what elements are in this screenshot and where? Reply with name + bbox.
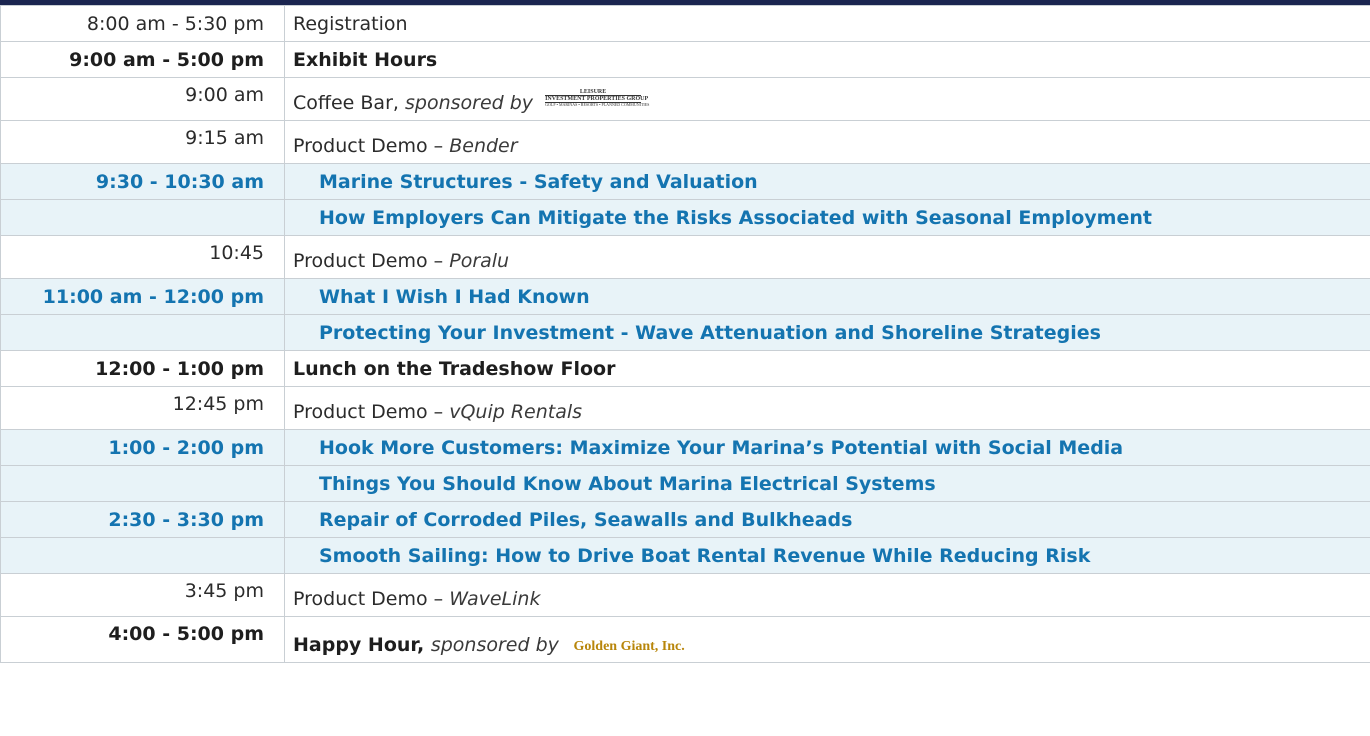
schedule-row: 9:00 am - 5:00 pm Exhibit Hours [0,41,1370,78]
event-cell: Product Demo – WaveLink [284,573,1370,617]
schedule-row: 1:00 - 2:00 pm Hook More Customers: Maxi… [0,429,1370,466]
schedule-row: 11:00 am - 12:00 pm What I Wish I Had Kn… [0,278,1370,315]
event-vendor: Poralu [449,250,510,272]
time-cell: 9:30 - 10:30 am [0,163,285,200]
event-cell: Repair of Corroded Piles, Seawalls and B… [284,501,1370,538]
time-cell: 8:00 am - 5:30 pm [0,5,285,42]
time-cell: 2:30 - 3:30 pm [0,501,285,538]
schedule-row: 4:00 - 5:00 pm Happy Hour, sponsored by … [0,616,1370,663]
time-cell: 3:45 pm [0,573,285,617]
time-cell: 12:45 pm [0,386,285,430]
event-cell: What I Wish I Had Known [284,278,1370,315]
time-cell [0,314,285,351]
event-cell: Protecting Your Investment - Wave Attenu… [284,314,1370,351]
time-cell: 9:00 am [0,77,285,121]
event-cell: Product Demo – vQuip Rentals [284,386,1370,430]
schedule-row: How Employers Can Mitigate the Risks Ass… [0,199,1370,236]
schedule-row: 10:45 Product Demo – Poralu [0,235,1370,279]
event-cell: Smooth Sailing: How to Drive Boat Rental… [284,537,1370,574]
schedule-row: Protecting Your Investment - Wave Attenu… [0,314,1370,351]
time-cell: 9:15 am [0,120,285,164]
golden-giant-logo: Golden Giant, Inc. [573,639,685,654]
schedule-table: 8:00 am - 5:30 pm Registration 9:00 am -… [0,5,1370,663]
schedule-row: 2:30 - 3:30 pm Repair of Corroded Piles,… [0,501,1370,538]
event-sponsor-text: sponsored by [430,634,559,656]
time-cell: 11:00 am - 12:00 pm [0,278,285,315]
schedule-row: Things You Should Know About Marina Elec… [0,465,1370,502]
event-title: Product Demo – [293,135,444,157]
event-cell: Registration [284,5,1370,42]
event-cell: Product Demo – Bender [284,120,1370,164]
schedule-row: 12:45 pm Product Demo – vQuip Rentals [0,386,1370,430]
event-cell: Marine Structures - Safety and Valuation [284,163,1370,200]
event-title: Happy Hour, [293,634,425,656]
time-cell: 12:00 - 1:00 pm [0,350,285,387]
time-cell [0,465,285,502]
event-cell: Product Demo – Poralu [284,235,1370,279]
schedule-row: 8:00 am - 5:30 pm Registration [0,5,1370,42]
time-cell [0,199,285,236]
event-sponsor-text: sponsored by [404,92,534,114]
event-title: Product Demo – [293,588,444,610]
event-cell: Things You Should Know About Marina Elec… [284,465,1370,502]
leisure-investment-logo: LEISURE INVESTMENT PROPERTIES GROUP GOLF… [545,89,650,107]
event-title: Coffee Bar, [293,92,399,114]
schedule-row: 3:45 pm Product Demo – WaveLink [0,573,1370,617]
schedule-row: 9:15 am Product Demo – Bender [0,120,1370,164]
event-title: Product Demo – [293,250,444,272]
event-vendor: WaveLink [449,588,541,610]
schedule-row: 9:30 - 10:30 am Marine Structures - Safe… [0,163,1370,200]
event-title: Product Demo – [293,401,444,423]
time-cell: 1:00 - 2:00 pm [0,429,285,466]
event-cell: Coffee Bar, sponsored by LEISURE INVESTM… [284,77,1370,121]
time-cell: 9:00 am - 5:00 pm [0,41,285,78]
schedule-row: 9:00 am Coffee Bar, sponsored by LEISURE… [0,77,1370,121]
time-cell: 10:45 [0,235,285,279]
event-cell: Lunch on the Tradeshow Floor [284,350,1370,387]
event-vendor: vQuip Rentals [449,401,583,423]
event-cell: Happy Hour, sponsored by Golden Giant, I… [284,616,1370,663]
event-cell: Hook More Customers: Maximize Your Marin… [284,429,1370,466]
event-cell: How Employers Can Mitigate the Risks Ass… [284,199,1370,236]
event-vendor: Bender [449,135,518,157]
time-cell [0,537,285,574]
time-cell: 4:00 - 5:00 pm [0,616,285,663]
schedule-row: 12:00 - 1:00 pm Lunch on the Tradeshow F… [0,350,1370,387]
event-cell: Exhibit Hours [284,41,1370,78]
schedule-row: Smooth Sailing: How to Drive Boat Rental… [0,537,1370,574]
